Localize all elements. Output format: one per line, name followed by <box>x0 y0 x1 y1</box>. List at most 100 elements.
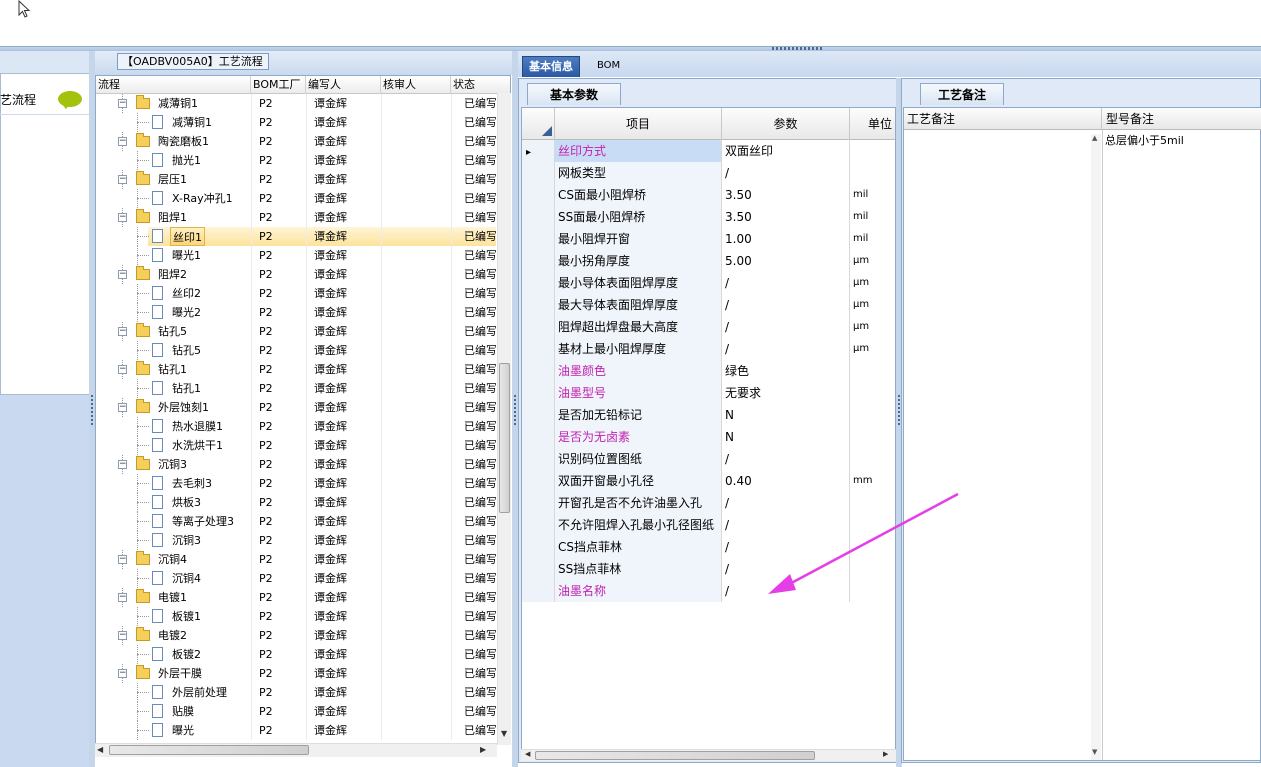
collapse-icon[interactable]: − <box>118 555 127 564</box>
tree-row[interactable]: 沉铜4 P2 谭金辉 已编写 <box>96 569 496 588</box>
tree-col-header[interactable]: 核审人 <box>381 76 451 94</box>
tree-row[interactable]: 去毛刺3 P2 谭金辉 已编写 <box>96 474 496 493</box>
tree-row[interactable]: 等离子处理3 P2 谭金辉 已编写 <box>96 512 496 531</box>
tree-node-name[interactable]: 丝印1 <box>170 227 205 246</box>
param-row[interactable]: 是否为无卤素 N <box>522 426 895 448</box>
param-value[interactable]: 无要求 <box>722 382 850 404</box>
splitter-grip-icon[interactable] <box>772 47 822 50</box>
collapse-icon[interactable]: − <box>118 99 127 108</box>
param-row[interactable]: 油墨颜色 绿色 <box>522 360 895 382</box>
param-row[interactable]: SS面最小阻焊桥 3.50 mil <box>522 206 895 228</box>
tree-row[interactable]: − 阻焊2 P2 谭金辉 已编写 <box>96 265 496 284</box>
param-value[interactable]: N <box>722 426 850 448</box>
row-indicator[interactable] <box>522 338 555 360</box>
row-indicator[interactable] <box>522 184 555 206</box>
tab-basic-params[interactable]: 基本参数 <box>527 83 621 105</box>
collapse-icon[interactable]: − <box>118 669 127 678</box>
tree-node-name[interactable]: 减薄铜1 <box>170 113 214 132</box>
scroll-down-arrow-icon[interactable]: ▼ <box>1092 748 1097 756</box>
tree-node-name[interactable]: 外层蚀刻1 <box>156 398 211 417</box>
collapse-icon[interactable]: − <box>118 327 127 336</box>
sidebar-process-label[interactable]: 艺流程 <box>0 91 36 108</box>
tab-process-flow[interactable]: 【OADBV005A0】工艺流程 <box>117 53 269 70</box>
param-row[interactable]: 是否加无铅标记 N <box>522 404 895 426</box>
scroll-thumb[interactable] <box>109 745 309 755</box>
tree-node-name[interactable]: 板镀2 <box>170 645 203 664</box>
param-value[interactable]: / <box>722 272 850 294</box>
row-indicator[interactable] <box>522 162 555 184</box>
tree-node-name[interactable]: 水洗烘干1 <box>170 436 225 455</box>
tree-node-name[interactable]: 外层干膜 <box>156 664 204 683</box>
tree-row[interactable]: 钻孔1 P2 谭金辉 已编写 <box>96 379 496 398</box>
tree-node-name[interactable]: 沉铜3 <box>170 531 203 550</box>
tree-row[interactable]: 抛光1 P2 谭金辉 已编写 <box>96 151 496 170</box>
param-value[interactable]: / <box>722 316 850 338</box>
tree-row[interactable]: − 沉铜4 P2 谭金辉 已编写 <box>96 550 496 569</box>
model-note-value[interactable]: 总层偏小于5mil <box>1105 132 1184 148</box>
tree-node-name[interactable]: 热水退膜1 <box>170 417 225 436</box>
tree-node-name[interactable]: 沉铜4 <box>170 569 203 588</box>
tree-vertical-scrollbar[interactable]: ▼ <box>497 93 511 745</box>
tree-node-name[interactable]: 钻孔5 <box>170 341 203 360</box>
tree-node-name[interactable]: 阻焊1 <box>156 208 189 227</box>
collapse-icon[interactable]: − <box>118 403 127 412</box>
param-row[interactable]: 识别码位置图纸 / <box>522 448 895 470</box>
param-value[interactable]: 3.50 <box>722 206 850 228</box>
row-indicator[interactable] <box>522 382 555 404</box>
param-row[interactable]: ▸ 丝印方式 双面丝印 <box>522 140 895 162</box>
collapse-icon[interactable]: − <box>118 631 127 640</box>
scroll-down-arrow-icon[interactable]: ▼ <box>501 729 507 738</box>
tree-row[interactable]: − 外层蚀刻1 P2 谭金辉 已编写 <box>96 398 496 417</box>
row-indicator[interactable] <box>522 360 555 382</box>
tree-node-name[interactable]: 层压1 <box>156 170 189 189</box>
param-value[interactable]: 0.40 <box>722 470 850 492</box>
tree-node-name[interactable]: 陶瓷磨板1 <box>156 132 211 151</box>
collapse-icon[interactable]: − <box>118 137 127 146</box>
param-row[interactable]: 最小拐角厚度 5.00 μm <box>522 250 895 272</box>
row-indicator[interactable] <box>522 206 555 228</box>
tree-row[interactable]: − 电镀1 P2 谭金辉 已编写 <box>96 588 496 607</box>
param-value[interactable]: / <box>722 338 850 360</box>
param-row[interactable]: 油墨型号 无要求 <box>522 382 895 404</box>
tree-row[interactable]: − 阻焊1 P2 谭金辉 已编写 <box>96 208 496 227</box>
collapse-icon[interactable]: − <box>118 213 127 222</box>
row-indicator[interactable] <box>522 294 555 316</box>
param-row[interactable]: CS面最小阻焊桥 3.50 mil <box>522 184 895 206</box>
tree-row[interactable]: 曝光 P2 谭金辉 已编写 <box>96 721 496 740</box>
tree-node-name[interactable]: 钻孔1 <box>170 379 203 398</box>
collapse-icon[interactable]: − <box>118 365 127 374</box>
tree-row[interactable]: 烘板3 P2 谭金辉 已编写 <box>96 493 496 512</box>
tree-row[interactable]: 贴膜 P2 谭金辉 已编写 <box>96 702 496 721</box>
scroll-thumb[interactable] <box>499 363 510 513</box>
tree-node-name[interactable]: 烘板3 <box>170 493 203 512</box>
param-row[interactable]: 网板类型 / <box>522 162 895 184</box>
tree-row[interactable]: − 沉铜3 P2 谭金辉 已编写 <box>96 455 496 474</box>
tree-node-name[interactable]: 钻孔5 <box>156 322 189 341</box>
tree-row[interactable]: X-Ray冲孔1 P2 谭金辉 已编写 <box>96 189 496 208</box>
tree-row[interactable]: − 层压1 P2 谭金辉 已编写 <box>96 170 496 189</box>
collapse-icon[interactable]: − <box>118 593 127 602</box>
tree-node-name[interactable]: 曝光2 <box>170 303 203 322</box>
tree-row[interactable]: − 减薄铜1 P2 谭金辉 已编写 <box>96 94 496 113</box>
col-header-model-note[interactable]: 型号备注 <box>1103 108 1261 130</box>
tree-node-name[interactable]: 等离子处理3 <box>170 512 236 531</box>
tree-node-name[interactable]: 贴膜 <box>170 702 196 721</box>
param-row[interactable]: 最大导体表面阻焊厚度 / μm <box>522 294 895 316</box>
tree-row[interactable]: 热水退膜1 P2 谭金辉 已编写 <box>96 417 496 436</box>
col-header-unit[interactable]: 单位 <box>850 108 895 140</box>
tree-row[interactable]: 曝光2 P2 谭金辉 已编写 <box>96 303 496 322</box>
collapse-icon[interactable]: − <box>118 460 127 469</box>
splitter-grip-icon[interactable] <box>898 395 900 425</box>
scroll-right-arrow-icon[interactable]: ▶ <box>480 745 486 754</box>
speech-bubble-icon[interactable] <box>58 91 82 109</box>
row-indicator[interactable] <box>522 250 555 272</box>
tree-row[interactable]: 丝印2 P2 谭金辉 已编写 <box>96 284 496 303</box>
col-header-process-note[interactable]: 工艺备注 <box>904 108 1102 130</box>
tree-row[interactable]: 水洗烘干1 P2 谭金辉 已编写 <box>96 436 496 455</box>
tree-row[interactable]: 板镀1 P2 谭金辉 已编写 <box>96 607 496 626</box>
row-indicator[interactable] <box>522 514 555 536</box>
scroll-right-arrow-icon[interactable]: ▶ <box>883 750 888 758</box>
notes-scrollbar[interactable]: ▲ ▼ <box>1091 134 1101 760</box>
tree-node-name[interactable]: 沉铜4 <box>156 550 189 569</box>
tree-node-name[interactable]: 曝光 <box>170 721 196 740</box>
